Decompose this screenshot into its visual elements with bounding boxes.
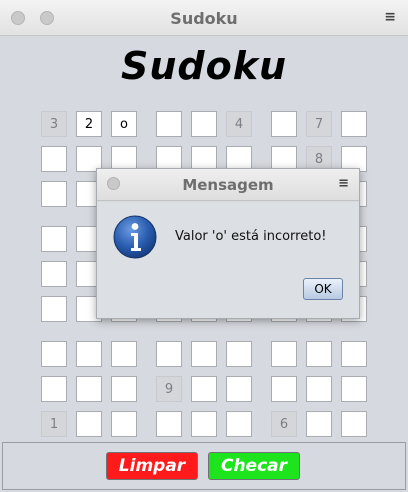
sudoku-cell[interactable] — [341, 111, 367, 137]
sudoku-cell[interactable] — [111, 341, 137, 367]
sudoku-cell[interactable] — [41, 261, 67, 287]
sudoku-cell[interactable] — [41, 226, 67, 252]
dialog-menu-icon[interactable]: ≡ — [338, 176, 349, 191]
sudoku-cell[interactable] — [41, 181, 67, 207]
check-button[interactable]: Checar — [208, 452, 300, 480]
sudoku-cell[interactable] — [41, 146, 67, 172]
sudoku-cell[interactable] — [226, 376, 252, 402]
sudoku-cell[interactable] — [191, 111, 217, 137]
sudoku-cell[interactable] — [271, 111, 297, 137]
sudoku-cell[interactable] — [41, 341, 67, 367]
dialog-body: Valor 'o' está incorreto! OK — [97, 202, 359, 318]
sudoku-cell: 3 — [41, 111, 67, 137]
clear-button[interactable]: Limpar — [106, 452, 198, 480]
sudoku-cell[interactable] — [306, 376, 332, 402]
page-title: Sudoku — [120, 44, 288, 88]
sudoku-cell[interactable] — [271, 376, 297, 402]
sudoku-cell: 9 — [156, 376, 182, 402]
sudoku-cell[interactable] — [306, 341, 332, 367]
sudoku-cell[interactable] — [191, 411, 217, 437]
sudoku-cell[interactable] — [341, 376, 367, 402]
sudoku-cell[interactable] — [226, 411, 252, 437]
sudoku-cell[interactable] — [76, 376, 102, 402]
sudoku-cell[interactable] — [156, 341, 182, 367]
message-dialog: Mensagem ≡ Valor 'o' está incorreto! OK — [96, 168, 360, 319]
dialog-title: Mensagem — [182, 176, 274, 194]
window-menu-icon[interactable]: ≡ — [384, 9, 396, 25]
window-title: Sudoku — [170, 9, 238, 28]
window-titlebar: Sudoku ≡ — [0, 0, 408, 36]
ok-button[interactable]: OK — [303, 278, 343, 300]
sudoku-cell[interactable] — [226, 341, 252, 367]
sudoku-cell: 6 — [271, 411, 297, 437]
sudoku-cell[interactable] — [271, 341, 297, 367]
info-icon — [113, 215, 157, 259]
sudoku-cell: 7 — [306, 111, 332, 137]
dialog-message: Valor 'o' está incorreto! — [175, 229, 327, 244]
sudoku-cell[interactable] — [191, 376, 217, 402]
dialog-titlebar: Mensagem ≡ — [97, 169, 359, 201]
sudoku-cell[interactable] — [156, 411, 182, 437]
sudoku-cell[interactable] — [76, 411, 102, 437]
sudoku-cell[interactable] — [111, 376, 137, 402]
sudoku-cell[interactable] — [341, 411, 367, 437]
sudoku-cell: 1 — [41, 411, 67, 437]
sudoku-cell[interactable] — [41, 376, 67, 402]
sudoku-cell[interactable] — [341, 341, 367, 367]
button-panel — [2, 442, 406, 490]
sudoku-cell[interactable]: o — [111, 111, 137, 137]
sudoku-cell: 4 — [226, 111, 252, 137]
sudoku-cell[interactable] — [76, 341, 102, 367]
sudoku-cell[interactable] — [41, 296, 67, 322]
sudoku-cell[interactable] — [156, 111, 182, 137]
sudoku-cell[interactable] — [306, 411, 332, 437]
sudoku-cell[interactable] — [191, 341, 217, 367]
sudoku-cell[interactable] — [111, 411, 137, 437]
sudoku-cell[interactable]: 2 — [76, 111, 102, 137]
